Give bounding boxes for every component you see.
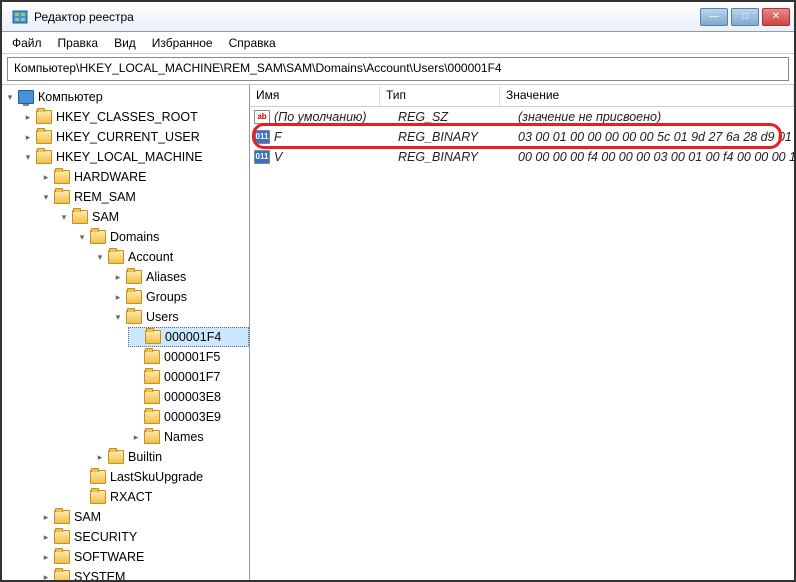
menu-edit[interactable]: Правка xyxy=(50,33,107,53)
folder-icon xyxy=(36,150,52,164)
chevron-right-icon[interactable]: ▸ xyxy=(40,551,52,563)
tree-domains[interactable]: ▾Domains xyxy=(74,227,249,247)
chevron-right-icon[interactable]: ▸ xyxy=(130,431,142,443)
tree-root[interactable]: ▾Компьютер xyxy=(2,87,249,107)
folder-icon xyxy=(108,250,124,264)
chevron-right-icon[interactable]: ▸ xyxy=(40,171,52,183)
tree-pane[interactable]: ▾Компьютер ▸HKEY_CLASSES_ROOT ▸HKEY_CURR… xyxy=(2,85,250,580)
tree-account[interactable]: ▾Account xyxy=(92,247,249,267)
tree-users[interactable]: ▾Users xyxy=(110,307,249,327)
value-row-default[interactable]: ab (По умолчанию) REG_SZ (значение не пр… xyxy=(250,107,794,127)
tree-aliases[interactable]: ▸Aliases xyxy=(110,267,249,287)
tree-hardware[interactable]: ▸HARDWARE xyxy=(38,167,249,187)
tree-groups[interactable]: ▸Groups xyxy=(110,287,249,307)
menu-help[interactable]: Справка xyxy=(221,33,284,53)
tree-hkcr[interactable]: ▸HKEY_CLASSES_ROOT xyxy=(20,107,249,127)
tree-user-000003E8[interactable]: ▸000003E8 xyxy=(128,387,249,407)
folder-icon xyxy=(145,330,161,344)
chevron-right-icon[interactable]: ▸ xyxy=(40,511,52,523)
tree-security[interactable]: ▸SECURITY xyxy=(38,527,249,547)
list-body[interactable]: ab (По умолчанию) REG_SZ (значение не пр… xyxy=(250,107,794,580)
folder-icon xyxy=(90,490,106,504)
chevron-down-icon[interactable]: ▾ xyxy=(4,91,16,103)
menu-file[interactable]: Файл xyxy=(4,33,50,53)
folder-icon xyxy=(90,470,106,484)
close-button[interactable]: ✕ xyxy=(762,8,790,26)
col-type[interactable]: Тип xyxy=(380,85,500,106)
menubar: Файл Правка Вид Избранное Справка xyxy=(2,32,794,54)
folder-icon xyxy=(144,430,160,444)
menu-view[interactable]: Вид xyxy=(106,33,144,53)
address-bar[interactable]: Компьютер\HKEY_LOCAL_MACHINE\REM_SAM\SAM… xyxy=(7,57,789,81)
folder-icon xyxy=(144,390,160,404)
list-pane: Имя Тип Значение ab (По умолчанию) REG_S… xyxy=(250,85,794,580)
window-controls: — □ ✕ xyxy=(700,8,790,26)
folder-icon xyxy=(54,550,70,564)
folder-icon xyxy=(54,170,70,184)
chevron-right-icon[interactable]: ▸ xyxy=(22,131,34,143)
folder-icon xyxy=(54,190,70,204)
tree-user-000001F5[interactable]: ▸000001F5 xyxy=(128,347,249,367)
menu-favorites[interactable]: Избранное xyxy=(144,33,221,53)
tree-system[interactable]: ▸SYSTEM xyxy=(38,567,249,580)
folder-icon xyxy=(144,350,160,364)
chevron-down-icon[interactable]: ▾ xyxy=(94,251,106,263)
folder-icon xyxy=(126,310,142,324)
folder-icon xyxy=(54,510,70,524)
maximize-button[interactable]: □ xyxy=(731,8,759,26)
tree-user-000003E9[interactable]: ▸000003E9 xyxy=(128,407,249,427)
folder-icon xyxy=(72,210,88,224)
chevron-down-icon[interactable]: ▾ xyxy=(76,231,88,243)
tree-user-000001F4[interactable]: ▸000001F4 xyxy=(128,327,249,347)
tree-hkcu[interactable]: ▸HKEY_CURRENT_USER xyxy=(20,127,249,147)
chevron-right-icon[interactable]: ▸ xyxy=(94,451,106,463)
folder-icon xyxy=(36,130,52,144)
folder-icon xyxy=(126,270,142,284)
tree-lastsku[interactable]: ▸LastSkuUpgrade xyxy=(74,467,249,487)
folder-icon xyxy=(36,110,52,124)
chevron-right-icon[interactable]: ▸ xyxy=(112,291,124,303)
folder-icon xyxy=(54,570,70,580)
col-name[interactable]: Имя xyxy=(250,85,380,106)
chevron-down-icon[interactable]: ▾ xyxy=(22,151,34,163)
tree-user-000001F7[interactable]: ▸000001F7 xyxy=(128,367,249,387)
chevron-down-icon[interactable]: ▾ xyxy=(112,311,124,323)
folder-icon xyxy=(108,450,124,464)
string-value-icon: ab xyxy=(254,110,270,124)
tree-hklm[interactable]: ▾HKEY_LOCAL_MACHINE xyxy=(20,147,249,167)
tree-sam2[interactable]: ▸SAM xyxy=(38,507,249,527)
chevron-right-icon[interactable]: ▸ xyxy=(22,111,34,123)
chevron-right-icon[interactable]: ▸ xyxy=(112,271,124,283)
titlebar[interactable]: Редактор реестра — □ ✕ xyxy=(2,2,794,32)
chevron-right-icon[interactable]: ▸ xyxy=(40,531,52,543)
value-row-v[interactable]: 011 V REG_BINARY 00 00 00 00 f4 00 00 00… xyxy=(250,147,794,167)
col-value[interactable]: Значение xyxy=(500,85,794,106)
tree-rem-sam[interactable]: ▾REM_SAM xyxy=(38,187,249,207)
chevron-right-icon[interactable]: ▸ xyxy=(40,571,52,580)
binary-value-icon: 011 xyxy=(254,150,270,164)
tree-names[interactable]: ▸Names xyxy=(128,427,249,447)
chevron-down-icon[interactable]: ▾ xyxy=(40,191,52,203)
list-header: Имя Тип Значение xyxy=(250,85,794,107)
tree-sam[interactable]: ▾SAM xyxy=(56,207,249,227)
tree-rxact[interactable]: ▸RXACT xyxy=(74,487,249,507)
value-row-f[interactable]: 011 F REG_BINARY 03 00 01 00 00 00 00 00… xyxy=(250,127,794,147)
tree-builtin[interactable]: ▸Builtin xyxy=(92,447,249,467)
binary-value-icon: 011 xyxy=(254,130,270,144)
folder-icon xyxy=(54,530,70,544)
pc-icon xyxy=(18,90,34,104)
folder-icon xyxy=(90,230,106,244)
window-title: Редактор реестра xyxy=(34,10,700,24)
folder-icon xyxy=(144,370,160,384)
chevron-down-icon[interactable]: ▾ xyxy=(58,211,70,223)
folder-icon xyxy=(126,290,142,304)
tree-software[interactable]: ▸SOFTWARE xyxy=(38,547,249,567)
minimize-button[interactable]: — xyxy=(700,8,728,26)
folder-icon xyxy=(144,410,160,424)
regedit-icon xyxy=(12,9,28,25)
